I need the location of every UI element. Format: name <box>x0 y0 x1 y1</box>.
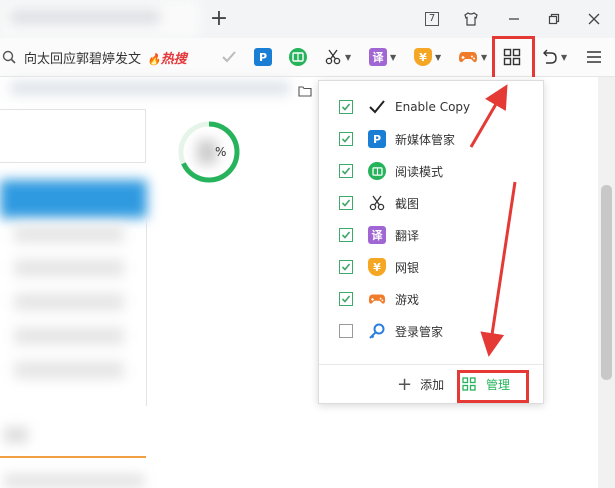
minimize-button[interactable] <box>503 8 525 30</box>
plus-icon: + <box>397 373 413 395</box>
gamepad-icon <box>368 290 386 308</box>
book-icon <box>289 48 307 66</box>
shield-yen-icon: ¥ <box>414 48 432 66</box>
gamepad-icon <box>459 52 477 63</box>
list-border <box>0 218 147 406</box>
shield-yen-icon: ¥ <box>368 258 386 276</box>
dropdown-item-translate[interactable]: 译 翻译 <box>319 219 543 251</box>
undo-button[interactable]: ▼ <box>540 46 567 68</box>
close-button[interactable] <box>583 8 605 30</box>
checkbox[interactable] <box>339 324 353 338</box>
checkbox[interactable] <box>339 132 353 146</box>
restore-button[interactable] <box>543 8 565 30</box>
chevron-down-icon[interactable]: ▼ <box>390 53 396 62</box>
restore-icon <box>548 13 560 25</box>
orange-divider <box>0 456 146 458</box>
item-label: 游戏 <box>395 292 420 307</box>
close-icon <box>588 13 600 25</box>
annotation-highlight-manage <box>457 370 529 403</box>
hamburger-menu-icon <box>587 51 601 63</box>
checkbox[interactable] <box>339 100 353 114</box>
add-label: 添加 <box>420 377 445 392</box>
item-label: 网银 <box>395 260 420 275</box>
tab-strip <box>0 0 200 38</box>
screenshot-tool[interactable]: ▼ <box>324 46 351 68</box>
key-icon <box>368 322 386 340</box>
item-label: 截图 <box>395 196 420 211</box>
dropdown-item-login-manager[interactable]: 登录管家 <box>319 315 543 347</box>
main-menu-button[interactable] <box>586 46 602 68</box>
hot-search-badge[interactable]: 🔥热搜 <box>147 48 187 67</box>
minimize-icon <box>509 18 519 20</box>
translate-tool[interactable]: 译 ▼ <box>369 46 396 68</box>
gauge-percent: % <box>215 145 227 159</box>
checkbox[interactable] <box>339 164 353 178</box>
dropdown-item-enable-copy[interactable]: Enable Copy <box>319 91 543 123</box>
title-bar: + 7 <box>0 0 615 38</box>
extensions-dropdown: Enable Copy P 新媒体管家 阅读模式 截图 译 翻译 ¥ 网银 游戏… <box>318 80 544 404</box>
checkmark-icon <box>222 51 236 63</box>
p-icon: P <box>254 48 272 66</box>
blurred-footer-text <box>4 427 28 443</box>
checkbox[interactable] <box>339 196 353 210</box>
item-label: 阅读模式 <box>395 164 444 179</box>
chevron-down-icon[interactable]: ▼ <box>435 53 441 62</box>
chevron-down-icon[interactable]: ▼ <box>481 53 487 62</box>
tshirt-icon <box>464 12 478 26</box>
game-tool[interactable]: ▼ <box>458 46 487 68</box>
item-label: 登录管家 <box>395 324 444 339</box>
checkbox[interactable] <box>339 292 353 306</box>
add-button[interactable]: + 添加 <box>397 373 444 395</box>
reading-mode-tool[interactable] <box>289 46 307 68</box>
annotation-highlight-grid <box>492 36 535 80</box>
item-label: 新媒体管家 <box>395 132 456 147</box>
checkbox[interactable] <box>339 228 353 242</box>
bookmark-bar <box>10 81 290 95</box>
blue-header-bar <box>0 180 147 218</box>
tab-count-button[interactable]: 7 <box>421 8 443 30</box>
enable-copy-tool[interactable] <box>220 46 238 68</box>
vertical-scrollbar[interactable] <box>598 77 615 488</box>
dropdown-item-reading-mode[interactable]: 阅读模式 <box>319 155 543 187</box>
search-query: 向太回应郭碧婷发文 <box>24 51 142 67</box>
item-label: 翻译 <box>395 228 420 243</box>
dropdown-divider <box>319 364 543 365</box>
checkbox[interactable] <box>339 260 353 274</box>
card-top <box>0 109 146 163</box>
blurred-footer-text-2 <box>4 474 144 488</box>
book-icon <box>368 162 386 180</box>
chevron-down-icon[interactable]: ▼ <box>561 53 567 62</box>
undo-icon <box>543 49 557 64</box>
new-tab-button[interactable]: + <box>207 7 231 31</box>
p-icon: P <box>368 130 386 148</box>
bank-tool[interactable]: ¥ ▼ <box>414 46 441 68</box>
scissors-icon <box>325 49 341 65</box>
dropdown-item-bank[interactable]: ¥ 网银 <box>319 251 543 283</box>
dropdown-item-screenshot[interactable]: 截图 <box>319 187 543 219</box>
new-media-tool[interactable]: P <box>254 46 272 68</box>
progress-gauge: % <box>177 120 241 184</box>
dropdown-item-game[interactable]: 游戏 <box>319 283 543 315</box>
search-box[interactable]: 向太回应郭碧婷发文 🔥热搜 <box>0 42 200 72</box>
tab-count-badge: 7 <box>425 12 439 26</box>
dropdown-item-new-media[interactable]: P 新媒体管家 <box>319 123 543 155</box>
translate-icon: 译 <box>368 226 386 244</box>
search-icon <box>2 50 16 64</box>
item-label: Enable Copy <box>395 100 471 114</box>
scrollbar-thumb[interactable] <box>601 185 612 380</box>
chevron-down-icon[interactable]: ▼ <box>345 53 351 62</box>
skin-button[interactable] <box>460 8 482 30</box>
scissors-icon <box>368 194 386 212</box>
translate-icon: 译 <box>369 48 387 66</box>
bookmark-folder-icon[interactable] <box>298 82 312 101</box>
checkmark-icon <box>368 98 386 116</box>
